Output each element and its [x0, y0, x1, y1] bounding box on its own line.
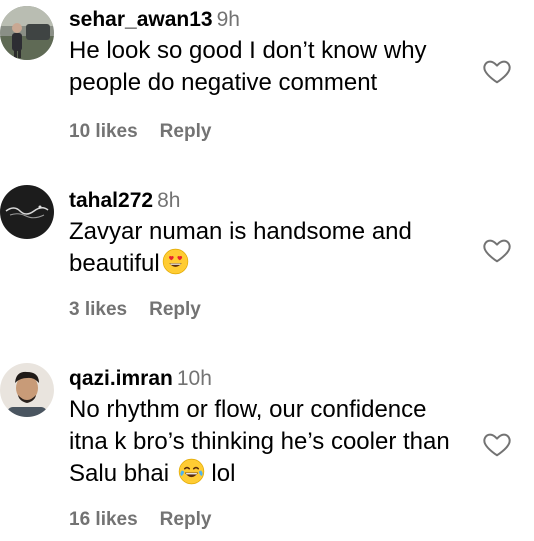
username[interactable]: sehar_awan13: [69, 8, 213, 31]
likes-count[interactable]: 10 likes: [69, 121, 138, 142]
likes-count[interactable]: 16 likes: [69, 509, 138, 530]
avatar[interactable]: [0, 185, 54, 239]
comment-header: qazi.imran 10h: [69, 365, 479, 393]
comment-text: No rhythm or flow, our confidence itna k…: [69, 394, 479, 490]
comment-line: He look so good I don’t know why: [69, 37, 427, 64]
timestamp: 8h: [157, 189, 181, 212]
comment-line: Zavyar numan is handsome and: [69, 218, 412, 245]
heart-outline-icon[interactable]: [482, 235, 512, 265]
comment-text: Zavyar numan is handsome and beautiful: [69, 216, 479, 280]
reply-button[interactable]: Reply: [160, 121, 212, 142]
comment-header: sehar_awan13 9h: [69, 6, 479, 34]
comment-line: people do negative comment: [69, 69, 378, 96]
comment-line: beautiful: [69, 248, 479, 280]
comment-meta: 10 likes Reply: [69, 121, 211, 143]
likes-count[interactable]: 3 likes: [69, 299, 127, 320]
comment-line: Salu bhai lol: [69, 458, 236, 487]
comment-header: tahal272 8h: [69, 187, 479, 215]
timestamp: 9h: [216, 8, 240, 31]
comment-meta: 16 likes Reply: [69, 509, 211, 531]
reply-button[interactable]: Reply: [149, 299, 201, 320]
heart-outline-icon[interactable]: [482, 56, 512, 86]
username[interactable]: tahal272: [69, 189, 153, 212]
tears-of-joy-emoji: [178, 458, 204, 485]
timestamp: 10h: [176, 367, 212, 390]
comment-meta: 3 likes Reply: [69, 299, 201, 321]
comment-text: He look so good I don’t know why people …: [69, 35, 479, 99]
heart-outline-icon[interactable]: [482, 429, 512, 459]
reply-button[interactable]: Reply: [160, 509, 212, 530]
username[interactable]: qazi.imran: [69, 367, 173, 390]
avatar[interactable]: [0, 6, 54, 60]
heart-eyes-emoji: [162, 248, 188, 275]
avatar[interactable]: [0, 363, 54, 417]
comment-line: No rhythm or flow, our confidence: [69, 396, 427, 423]
comment-line: itna k bro’s thinking he’s cooler than: [69, 428, 450, 455]
